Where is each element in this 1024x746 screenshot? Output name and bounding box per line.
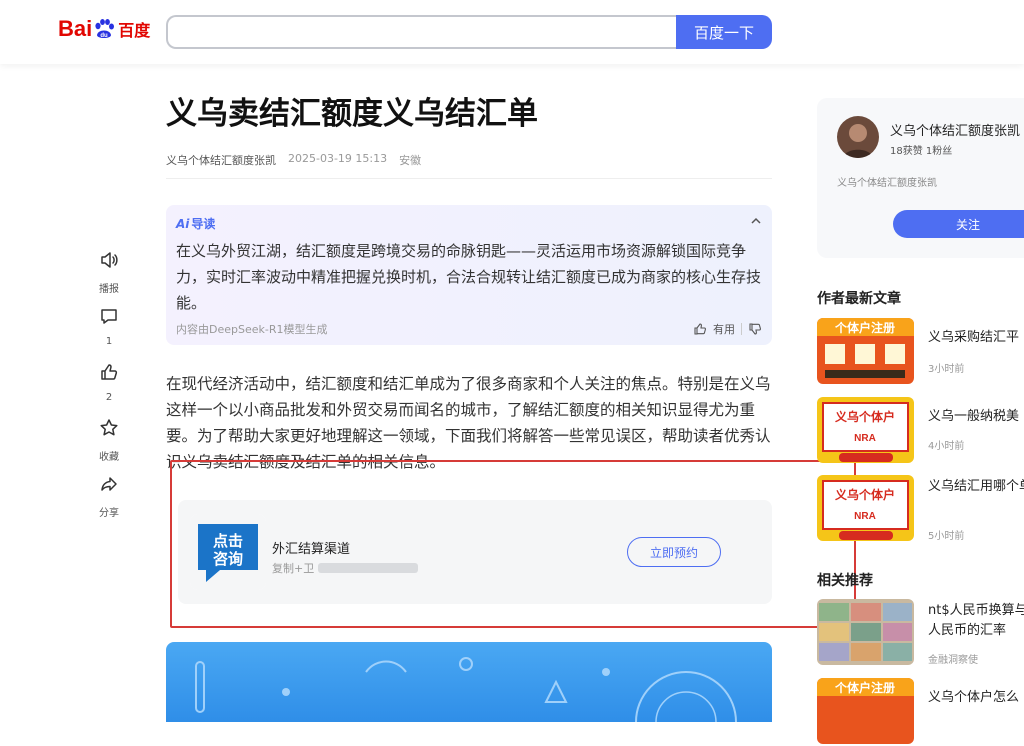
list-item[interactable]: nt$人民币换算与人民币的汇率 金融洞察使 <box>817 599 1024 667</box>
logo-text-bai: Bai <box>58 16 93 41</box>
svg-text:NRA: NRA <box>854 433 876 444</box>
article-source: 金融洞察使 <box>928 655 978 666</box>
ad-title: 外汇结算渠道 <box>272 542 351 557</box>
thumb-caption: 个体户注册 <box>834 320 895 335</box>
chevron-up-icon[interactable] <box>750 215 762 227</box>
logo-text-cn: 百度 <box>118 21 151 40</box>
search-button[interactable]: 百度一下 <box>676 15 772 49</box>
publish-date: 2025-03-19 15:13 <box>288 152 388 165</box>
ai-source-note: 内容由DeepSeek-R1模型生成 <box>176 323 328 336</box>
ai-summary-text: 在义乌外贸江湖，结汇额度是跨境交易的命脉钥匙——灵活运用市场资源解锁国际竞争力，… <box>176 242 762 312</box>
comment-button[interactable]: 1 <box>88 306 130 350</box>
consult-bubble-icon: 点击 咨询 <box>190 514 266 590</box>
article-title-link[interactable]: nt$人民币换算与人民币的汇率 <box>928 601 1024 641</box>
like-button[interactable]: 2 <box>88 362 130 406</box>
author-link[interactable]: 义乌个体结汇额度张凯 <box>166 152 276 168</box>
thumb-caption: 个体户注册 <box>834 680 895 695</box>
top-bar: Bai du 百度 百度一下 <box>0 0 1024 64</box>
latest-articles-title: 作者最新文章 <box>817 291 901 307</box>
author-description: 义乌个体结汇额度张凯 <box>837 178 937 189</box>
article-title-link[interactable]: 义乌结汇用哪个单 <box>928 477 1024 497</box>
article-time: 4小时前 <box>928 441 965 452</box>
article-thumbnail: 个体户注册 <box>817 318 914 384</box>
related-title: 相关推荐 <box>817 573 873 589</box>
side-action-bar: 播报 1 2 收藏 分享 <box>88 250 130 530</box>
thumbs-down-icon[interactable] <box>748 322 762 336</box>
publish-location: 安徽 <box>399 154 422 167</box>
author-name[interactable]: 义乌个体结汇额度张凯 <box>890 120 1020 139</box>
listen-button[interactable]: 播报 <box>88 250 130 295</box>
article-banner-image <box>166 642 772 722</box>
comment-count: 1 <box>105 336 113 347</box>
search-input[interactable] <box>166 15 677 49</box>
ai-useful-label[interactable]: 有用 <box>713 321 735 337</box>
ad-subtitle-text: 复制+卫 <box>272 562 315 575</box>
article-thumbnail <box>817 599 914 665</box>
ad-card[interactable]: 点击 咨询 外汇结算渠道 复制+卫 立即预约 <box>178 500 772 604</box>
article: 义乌卖结汇额度义乌结汇单 义乌个体结汇额度张凯 2025-03-19 15:13… <box>166 92 772 604</box>
like-count: 2 <box>105 392 113 403</box>
avatar[interactable] <box>837 116 879 158</box>
article-title-link[interactable]: 义乌采购结汇平 <box>928 328 1024 348</box>
share-button[interactable]: 分享 <box>88 474 130 519</box>
meta-divider <box>166 178 772 179</box>
listen-label: 播报 <box>99 284 119 295</box>
paw-icon: du <box>95 19 115 39</box>
list-item[interactable]: 个体户注册 义乌采购结汇平 3小时前 <box>817 318 1024 386</box>
speaker-icon <box>101 252 118 268</box>
svg-text:du: du <box>101 33 109 39</box>
ad-subtitle: 复制+卫 <box>272 560 419 576</box>
ad-consult-image: 点击 咨询 <box>190 514 266 590</box>
article-title-link[interactable]: 义乌一般纳税美 <box>928 407 1024 427</box>
article-title: 义乌卖结汇额度义乌结汇单 <box>166 96 538 132</box>
favorite-button[interactable]: 收藏 <box>88 418 130 463</box>
favorite-label: 收藏 <box>99 452 119 463</box>
list-item[interactable]: 个体户注册 义乌个体户怎么 <box>817 678 1024 746</box>
article-thumbnail: 义乌个体户 NRA <box>817 475 914 541</box>
star-icon <box>100 419 118 436</box>
comment-icon <box>101 309 117 324</box>
article-title-link[interactable]: 义乌个体户怎么 <box>928 688 1024 708</box>
article-thumbnail: 个体户注册 <box>817 678 914 744</box>
ai-mark-icon: Ai <box>176 216 190 231</box>
book-now-button[interactable]: 立即预约 <box>627 537 721 567</box>
article-time: 3小时前 <box>928 364 965 375</box>
list-item[interactable]: 义乌个体户 NRA 义乌结汇用哪个单 5小时前 <box>817 475 1024 543</box>
ai-summary-header: Ai 导读 <box>176 215 762 232</box>
banner-doodle-graphic <box>195 657 737 722</box>
share-icon <box>101 477 117 491</box>
feedback-divider <box>741 323 742 335</box>
follow-button[interactable]: 关注 <box>893 210 1024 238</box>
blurred-contact <box>318 563 419 573</box>
share-label: 分享 <box>99 508 119 519</box>
article-body: 在现代经济活动中，结汇额度和结汇单成为了很多商家和个人关注的焦点。特别是在义乌这… <box>166 375 771 471</box>
article-thumbnail: 义乌个体户 NRA <box>817 397 914 463</box>
baidu-logo[interactable]: Bai du 百度 <box>58 16 150 42</box>
ai-feedback: 有用 <box>693 321 762 337</box>
ai-summary-label: 导读 <box>191 217 216 231</box>
thumbs-up-icon <box>101 364 118 380</box>
thumb-caption: 义乌个体户 <box>834 409 895 424</box>
list-item[interactable]: 义乌个体户 NRA 义乌一般纳税美 4小时前 <box>817 397 1024 465</box>
article-meta: 义乌个体结汇额度张凯 2025-03-19 15:13 安徽 <box>166 152 772 168</box>
author-stats: 18获赞 1粉丝 <box>890 146 953 157</box>
thumb-caption: 义乌个体户 <box>834 487 895 502</box>
ad-image-text-2: 咨询 <box>213 550 243 568</box>
author-card: 义乌个体结汇额度张凯 18获赞 1粉丝 义乌个体结汇额度张凯 关注 <box>817 98 1024 258</box>
ai-summary-box: Ai 导读 在义乌外贸江湖，结汇额度是跨境交易的命脉钥匙——灵活运用市场资源解锁… <box>166 205 772 345</box>
ai-summary-footer: 内容由DeepSeek-R1模型生成 有用 <box>176 321 762 337</box>
svg-text:NRA: NRA <box>854 511 876 522</box>
article-time: 5小时前 <box>928 531 965 542</box>
thumbs-up-icon[interactable] <box>693 322 707 336</box>
ad-image-text-1: 点击 <box>213 532 243 550</box>
